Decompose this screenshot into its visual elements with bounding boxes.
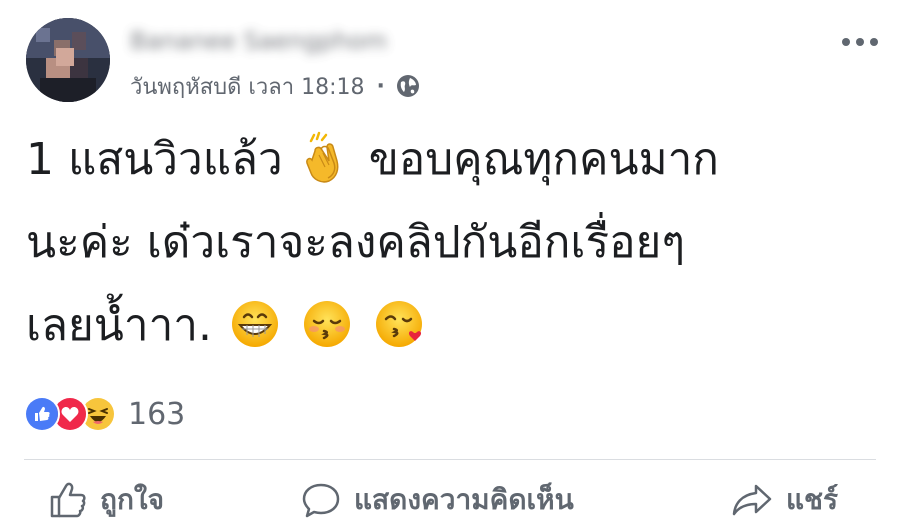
share-label: แชร์ — [786, 483, 839, 516]
like-button[interactable]: ถูกใจ — [48, 478, 164, 522]
post-text: 1 แสนวิวแล้ว ขอบคุณทุกคนมาก นะค่ะ เด๋วเร… — [26, 118, 886, 367]
avatar[interactable] — [26, 18, 110, 102]
grinning-emoji — [230, 299, 280, 349]
reaction-count[interactable]: 163 — [128, 397, 185, 432]
post-meta: วันพฤหัสบดี เวลา 18:18 · — [130, 70, 421, 102]
text-segment: 1 แสนวิวแล้ว — [26, 134, 283, 185]
post-actions: ถูกใจ แสดงความคิดเห็น แชร์ — [0, 470, 900, 529]
thumbs-up-icon — [48, 480, 100, 520]
clapping-hands-emoji — [301, 131, 351, 185]
reaction-summary[interactable]: 163 — [24, 394, 185, 434]
text-segment: เลยน้ำาา. — [26, 300, 212, 351]
meta-separator: · — [376, 73, 385, 99]
divider — [24, 459, 876, 460]
facebook-post: Bananee Saengphom วันพฤหัสบดี เวลา 18:18… — [0, 0, 900, 529]
author-name[interactable]: Bananee Saengphom — [130, 26, 480, 56]
like-reaction-icon — [24, 396, 60, 432]
post-text-line-2: นะค่ะ เด๋วเราจะลงคลิปกันอีกเรื่อยๆ — [26, 201, 886, 284]
text-segment: ขอบคุณทุกคนมาก — [368, 134, 719, 185]
share-arrow-icon — [730, 480, 786, 520]
face-blowing-kiss-emoji — [374, 299, 428, 349]
like-label: ถูกใจ — [100, 483, 164, 516]
text-segment: นะค่ะ เด๋วเราจะลงคลิปกันอีกเรื่อยๆ — [26, 217, 685, 268]
timestamp[interactable]: วันพฤหัสบดี เวลา 18:18 — [130, 69, 365, 104]
globe-icon[interactable] — [395, 73, 421, 99]
more-options-button[interactable] — [836, 28, 884, 56]
more-horizontal-icon — [840, 36, 880, 48]
share-button[interactable]: แชร์ — [730, 478, 838, 522]
post-text-line-1: 1 แสนวิวแล้ว ขอบคุณทุกคนมาก — [26, 118, 886, 201]
comment-icon — [300, 480, 354, 520]
post-text-line-3: เลยน้ำาา. — [26, 284, 886, 367]
comment-label: แสดงความคิดเห็น — [354, 483, 574, 516]
comment-button[interactable]: แสดงความคิดเห็น — [300, 478, 574, 522]
kissing-closed-eyes-emoji — [302, 299, 352, 349]
